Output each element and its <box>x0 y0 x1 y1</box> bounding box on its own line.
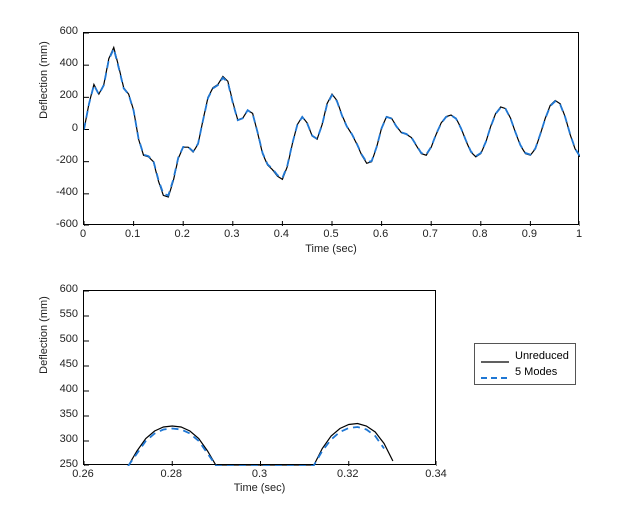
xtick-label: 0.34 <box>424 468 448 480</box>
xtick-label: 0.32 <box>336 468 360 480</box>
xtick-label: 0.3 <box>220 228 244 240</box>
legend-label: Unreduced <box>515 350 569 362</box>
ytick-label: 550 <box>48 308 78 320</box>
ytick-label: -400 <box>48 186 78 198</box>
xtick-label: 0.2 <box>170 228 194 240</box>
xtick-label: 1 <box>567 228 591 240</box>
xtick-label: 0.28 <box>159 468 183 480</box>
xtick-label: 0.8 <box>468 228 492 240</box>
legend: Unreduced 5 Modes <box>474 343 576 385</box>
ytick-label: -200 <box>48 154 78 166</box>
legend-label: 5 Modes <box>515 366 557 378</box>
xtick-label: 0.9 <box>517 228 541 240</box>
plot2-xlabel: Time (sec) <box>83 482 436 494</box>
ytick-label: 400 <box>48 383 78 395</box>
plot1-xlabel: Time (sec) <box>83 243 579 255</box>
ytick-label: 0 <box>48 122 78 134</box>
ytick-label: 350 <box>48 408 78 420</box>
ytick-label: 250 <box>48 458 78 470</box>
xtick-label: 0.7 <box>418 228 442 240</box>
deflection-time-series-plot <box>83 32 579 225</box>
ytick-label: 450 <box>48 358 78 370</box>
ytick-label: 400 <box>48 57 78 69</box>
ytick-label: 600 <box>48 283 78 295</box>
ytick-label: 500 <box>48 333 78 345</box>
ytick-label: 300 <box>48 433 78 445</box>
xtick-label: 0.4 <box>269 228 293 240</box>
xtick-label: 0.6 <box>369 228 393 240</box>
legend-entry-unreduced: Unreduced <box>481 348 569 364</box>
xtick-label: 0.1 <box>121 228 145 240</box>
xtick-label: 0.5 <box>319 228 343 240</box>
xtick-label: 0.3 <box>248 468 272 480</box>
ytick-label: -600 <box>48 218 78 230</box>
deflection-zoom-plot <box>83 290 436 465</box>
ytick-label: 600 <box>48 25 78 37</box>
ytick-label: 200 <box>48 89 78 101</box>
